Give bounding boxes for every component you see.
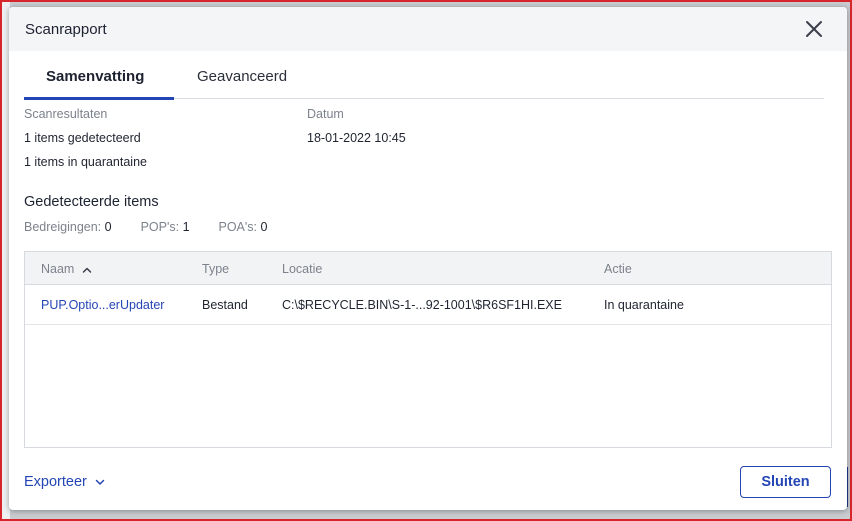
table-row[interactable]: PUP.Optio...erUpdater Bestand C:\$RECYCL… [25,285,831,325]
tab-bar: Samenvatting Geavanceerd [24,51,824,100]
threats-value: 0 [104,220,112,234]
close-button[interactable] [803,18,825,40]
dialog-title: Scanrapport [25,21,107,38]
sort-ascending-icon [82,267,92,273]
detections-table: Naam Type Locatie Actie PUP.Optio...erUp… [24,251,832,448]
export-dropdown[interactable]: Exporteer [24,474,105,490]
pums-value: 0 [260,220,268,234]
active-tab-indicator [24,97,174,100]
date-label: Datum [307,107,344,121]
item-action: In quarantaine [604,298,684,312]
pums-label: POA's: [218,220,257,234]
detected-items-title: Gedetecteerde items [24,194,159,210]
threats-label: Bedreigingen: [24,220,102,234]
item-name-link[interactable]: PUP.Optio...erUpdater [41,298,164,312]
window-frame: Scanrapport Samenvatting Geavanceerd Sca… [0,0,852,521]
quarantined-count-text: 1 items in quarantaine [24,155,147,169]
column-header-actie[interactable]: Actie [604,262,632,276]
tab-samenvatting[interactable]: Samenvatting [46,68,144,85]
detected-count-text: 1 items gedetecteerd [24,131,141,145]
pups-label: POP's: [140,220,180,234]
scan-report-dialog: Scanrapport Samenvatting Geavanceerd Sca… [9,7,847,510]
column-header-naam[interactable]: Naam [41,262,92,276]
scan-results-label: Scanresultaten [24,107,108,121]
item-type: Bestand [202,298,248,312]
column-header-type[interactable]: Type [202,262,229,276]
date-value: 18-01-2022 10:45 [307,131,406,145]
close-dialog-button[interactable]: Sluiten [740,466,831,498]
dialog-titlebar: Scanrapport [9,7,847,51]
column-header-locatie[interactable]: Locatie [282,262,322,276]
pups-value: 1 [182,220,190,234]
column-label-naam: Naam [41,262,75,276]
close-icon [806,21,822,37]
detection-counts: Bedreigingen: 0 POP's: 1 POA's: 0 [24,220,267,234]
chevron-down-icon [95,479,105,485]
tab-geavanceerd[interactable]: Geavanceerd [197,68,287,85]
export-label: Exporteer [24,474,87,490]
item-location: C:\$RECYCLE.BIN\S-1-...92-1001\$R6SF1HI.… [282,298,562,312]
table-header: Naam Type Locatie Actie [25,252,831,285]
